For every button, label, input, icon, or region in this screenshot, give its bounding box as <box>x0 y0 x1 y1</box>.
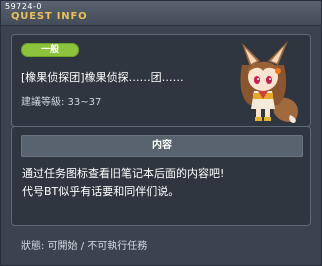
quest-id: 59724-0 <box>5 2 42 11</box>
category-badge: 一般 <box>21 43 79 57</box>
window-title: QUEST INFO <box>11 11 88 22</box>
quest-content-panel: 内容 通过任务图标查看旧笔记本后面的内容吧! 代号BT似乎有话要和同伴们说。 <box>11 126 311 226</box>
recommended-level: 建議等級: 33~37 <box>21 97 102 108</box>
quest-info-window: 59724-0 QUEST INFO 一般 [橡果侦探团]橡果侦探……团…… 建… <box>0 0 322 266</box>
quest-name: [橡果侦探团]橡果侦探……团…… <box>21 71 184 84</box>
title-bar[interactable]: 59724-0 QUEST INFO <box>1 1 321 26</box>
quest-status: 狀態: 可開始 / 不可執行任務 <box>21 241 148 252</box>
description-line-2: 代号BT似乎有话要和同伴们说。 <box>22 185 180 198</box>
content-header: 内容 <box>21 135 303 157</box>
npc-portrait-icon <box>240 41 298 123</box>
quest-summary-panel: 一般 [橡果侦探团]橡果侦探……团…… 建議等級: 33~37 <box>11 34 311 127</box>
quest-description: 通过任务图标查看旧笔记本后面的内容吧! 代号BT似乎有话要和同伴们说。 <box>22 165 302 201</box>
description-line-1: 通过任务图标查看旧笔记本后面的内容吧! <box>22 167 225 180</box>
